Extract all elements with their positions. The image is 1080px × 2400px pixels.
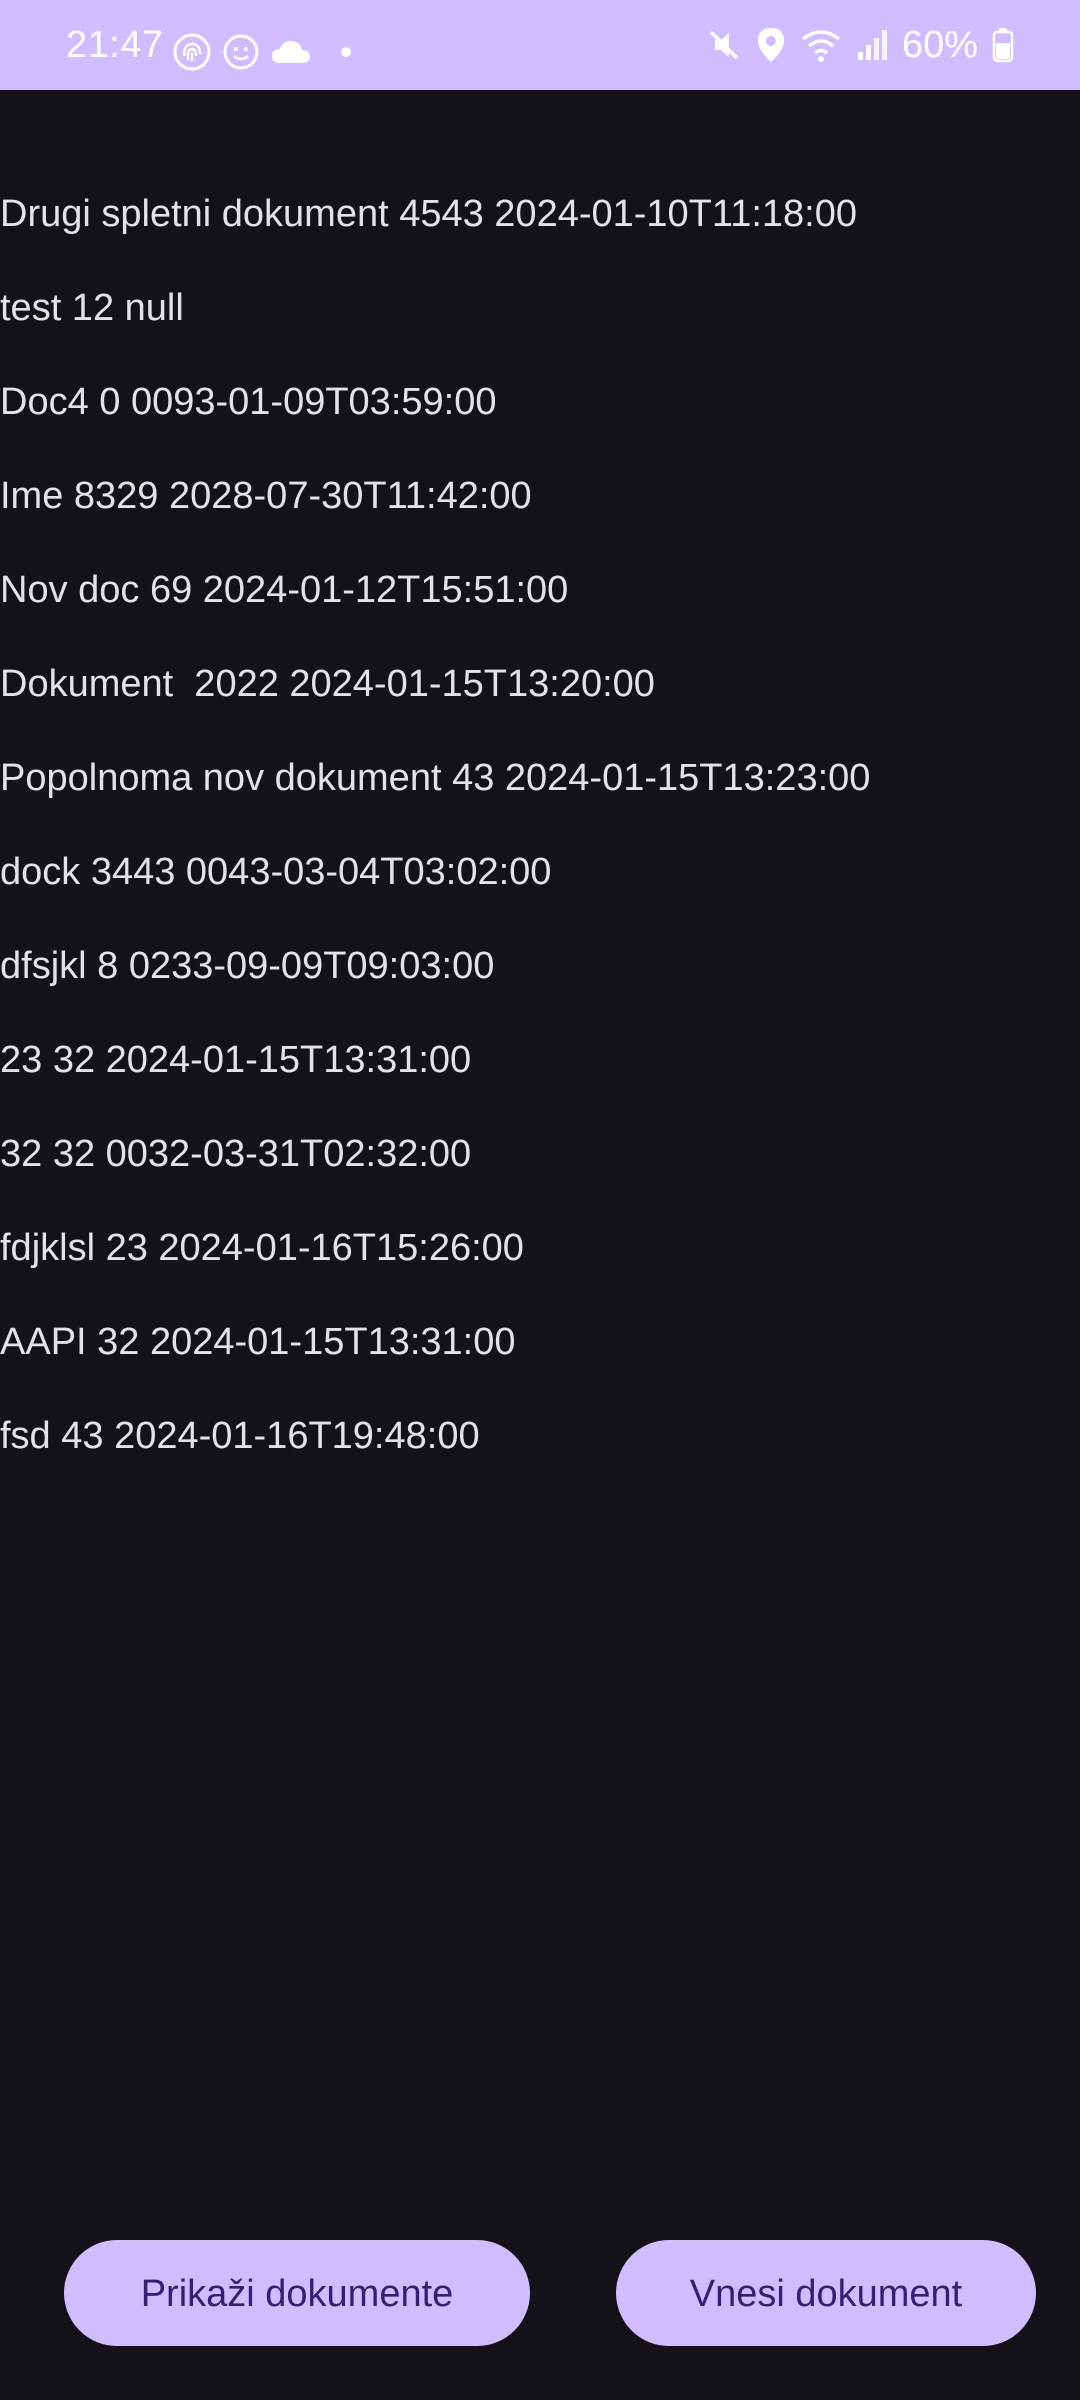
list-item: Nov doc 69 2024-01-12T15:51:00 xyxy=(0,569,569,611)
location-icon xyxy=(756,26,786,64)
list-item: fdjklsl 23 2024-01-16T15:26:00 xyxy=(0,1227,524,1269)
list-item: test 12 null xyxy=(0,287,184,329)
list-item: 32 32 0032-03-31T02:32:00 xyxy=(0,1133,472,1175)
dot-icon xyxy=(340,46,352,58)
list-item: 23 32 2024-01-15T13:31:00 xyxy=(0,1039,472,1081)
insert-document-button[interactable]: Vnesi dokument xyxy=(616,2240,1036,2346)
status-time: 21:47 xyxy=(66,24,164,66)
list-item: dock 3443 0043-03-04T03:02:00 xyxy=(0,851,552,893)
show-documents-button[interactable]: Prikaži dokumente xyxy=(64,2240,530,2346)
list-item: Ime 8329 2028-07-30T11:42:00 xyxy=(0,475,532,517)
list-item: Doc4 0 0093-01-09T03:59:00 xyxy=(0,381,497,423)
fingerprint-icon xyxy=(172,32,212,72)
wifi-icon xyxy=(800,27,842,63)
list-item: Popolnoma nov dokument 43 2024-01-15T13:… xyxy=(0,757,871,799)
document-list: Drugi spletni dokument 4543 2024-01-10T1… xyxy=(0,184,1080,1500)
mute-icon xyxy=(706,27,742,63)
list-item: Dokument 2022 2024-01-15T13:20:00 xyxy=(0,663,655,705)
status-right-icons: 60% xyxy=(706,22,1014,68)
battery-icon xyxy=(992,27,1014,63)
list-item: dfsjkl 8 0233-09-09T09:03:00 xyxy=(0,945,495,987)
signal-icon xyxy=(856,28,888,62)
list-item: Drugi spletni dokument 4543 2024-01-10T1… xyxy=(0,193,857,235)
cloud-icon xyxy=(270,37,312,67)
battery-percentage: 60% xyxy=(901,24,978,66)
list-item: AAPI 32 2024-01-15T13:31:00 xyxy=(0,1321,516,1363)
smiley-icon xyxy=(222,33,260,71)
list-item: fsd 43 2024-01-16T19:48:00 xyxy=(0,1415,480,1457)
status-bar: 21:47 60% xyxy=(0,0,1080,90)
status-left-icons xyxy=(172,32,352,72)
